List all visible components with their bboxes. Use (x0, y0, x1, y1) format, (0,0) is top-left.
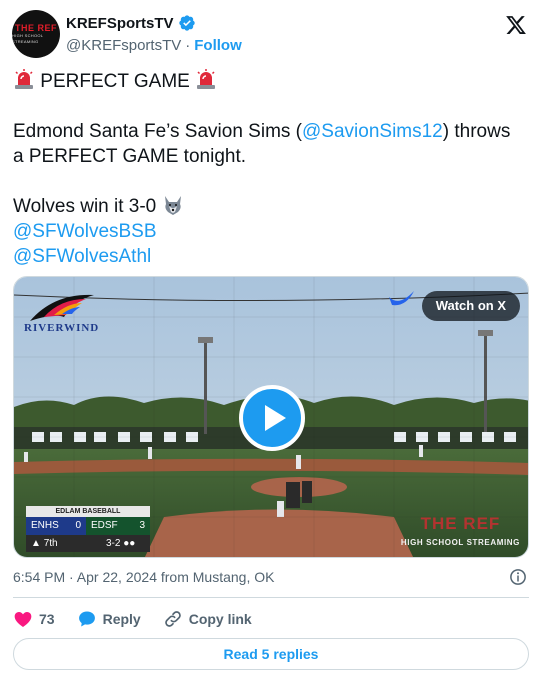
headline-text: PERFECT GAME (40, 71, 190, 92)
scoreboard-status-row: ▲ 7th 3-2 ●● (26, 535, 150, 552)
tweet-line-headline: PERFECT GAME (13, 68, 529, 94)
tweet-line-2: Edmond Santa Fe’s Savion Sims (@SavionSi… (13, 119, 529, 144)
wolf-icon (164, 196, 181, 215)
inning: ▲ 7th (26, 535, 86, 552)
broadcaster-watermark: THE REF HIGH SCHOOL STREAMING (401, 514, 520, 547)
reply-button[interactable]: Reply (77, 609, 141, 629)
play-icon (265, 405, 286, 431)
reply-bubble-icon (78, 611, 95, 627)
handle[interactable]: @KREFsportsTV (66, 37, 181, 54)
watch-on-x-button[interactable]: Watch on X (421, 291, 520, 321)
tweet-line-3: a PERFECT GAME tonight. (13, 146, 247, 167)
divider (13, 597, 529, 598)
scoreboard-away: ENHS 0 (26, 517, 86, 535)
separator-dot: · (185, 37, 191, 54)
verified-badge-icon (178, 15, 195, 31)
mention-sfwolvesathl[interactable]: @SFWolvesAthl (13, 244, 529, 269)
avatar-logo-text: THE REF (14, 23, 57, 33)
text-span: Edmond Santa Fe’s Savion Sims ( (13, 121, 303, 142)
away-score: 0 (75, 520, 81, 531)
scoreboard-home: EDSF 3 (86, 517, 150, 535)
mention-sfwolvesbsb[interactable]: @SFWolvesBSB (13, 219, 529, 244)
copy-link-label: Copy link (188, 611, 252, 627)
inning-text: 7th (43, 538, 58, 549)
handle-row: @KREFsportsTV · Follow (66, 37, 242, 54)
follow-button[interactable]: Follow (194, 37, 242, 54)
tweet-text: PERFECT GAME Edmond Santa Fe’s Savion Si… (13, 68, 529, 269)
riverwind-logo-icon (30, 294, 94, 321)
copy-link-button[interactable]: Copy link (163, 609, 252, 629)
avatar-logo-subtext: HIGH SCHOOL STREAMING (12, 33, 44, 44)
watermark-subtitle: HIGH SCHOOL STREAMING (400, 538, 520, 547)
text-span: Wolves win it 3-0 (13, 196, 157, 217)
pitch-count: 3-2 ●● (86, 535, 150, 552)
read-replies-button[interactable]: Read 5 replies (13, 638, 529, 670)
play-button[interactable] (239, 385, 305, 451)
scoreboard-title: EDLAM BASEBALL (26, 506, 150, 517)
link-icon (164, 611, 181, 627)
scoreboard-score-row: ENHS 0 EDSF 3 (26, 517, 150, 535)
siren-icon (15, 69, 33, 89)
tweet-timestamp[interactable]: 6:54 PM · Apr 22, 2024 from Mustang, OK (13, 569, 274, 585)
reply-label: Reply (102, 611, 141, 627)
action-bar: 73 Reply Copy link (13, 608, 274, 630)
name-row: KREFSportsTV (66, 14, 196, 32)
video-media[interactable]: RIVERWIND Watch on X EDLAM BASEBALL ENHS… (13, 276, 529, 558)
scoreboard-overlay: EDLAM BASEBALL ENHS 0 EDSF 3 ▲ 7th 3-2 ●… (26, 506, 150, 552)
away-team: ENHS (31, 520, 59, 531)
home-score: 3 (139, 520, 145, 531)
siren-icon (197, 69, 216, 89)
x-logo-icon[interactable] (505, 14, 527, 36)
inning-arrow-icon: ▲ (31, 538, 41, 549)
avatar[interactable]: THE REF HIGH SCHOOL STREAMING (12, 10, 60, 58)
like-count: 73 (39, 611, 55, 627)
info-icon[interactable] (509, 568, 527, 586)
mention-savionsims12[interactable]: @SavionSims12 (302, 121, 443, 142)
watermark-title: THE REF (420, 514, 501, 533)
home-team: EDSF (91, 520, 118, 531)
heart-icon (14, 612, 32, 627)
text-span: ) throws (442, 121, 511, 142)
count-text: 3-2 (106, 538, 121, 549)
display-name[interactable]: KREFSportsTV (66, 15, 174, 32)
sponsor-logo-text: RIVERWIND (24, 322, 100, 334)
outs-dots: ●● (123, 538, 136, 549)
like-button[interactable]: 73 (13, 609, 55, 629)
tweet-header: THE REF HIGH SCHOOL STREAMING KREFSports… (12, 10, 529, 58)
tweet-line-4: Wolves win it 3-0 (13, 194, 529, 219)
